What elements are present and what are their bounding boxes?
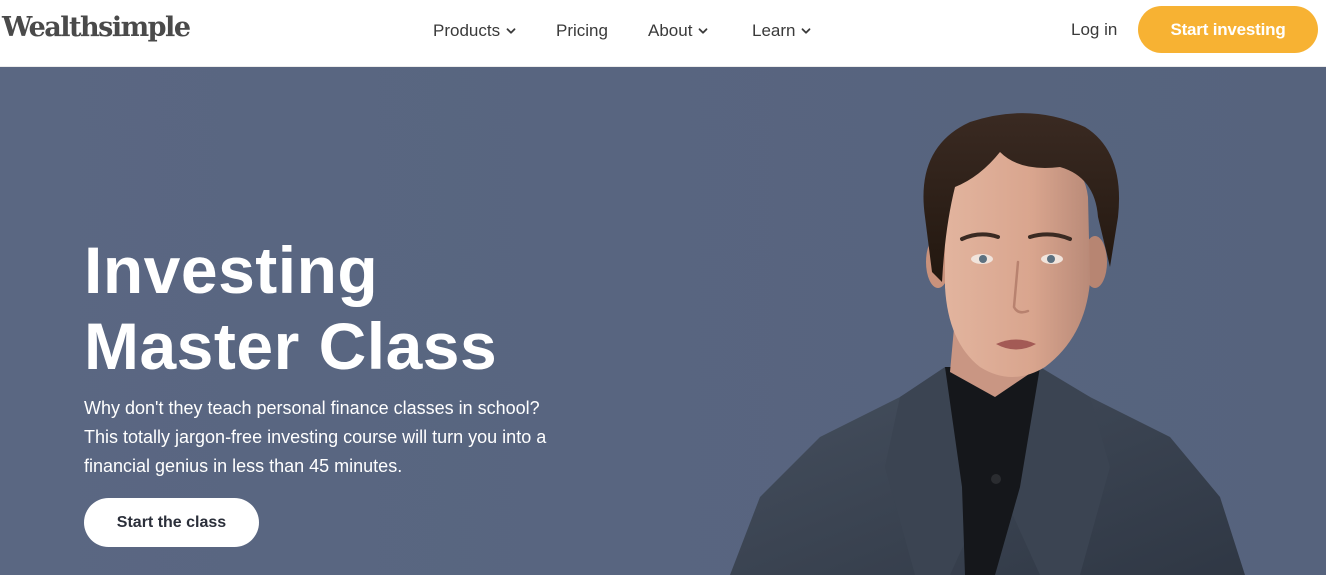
hero-title: Investing Master Class: [84, 232, 604, 384]
hero-description-line: financial genius in less than 45 minutes…: [84, 456, 403, 476]
nav-item-about[interactable]: About: [648, 20, 708, 42]
wealthsimple-logo[interactable]: Wealthsimple: [2, 12, 191, 43]
login-link[interactable]: Log in: [1071, 20, 1117, 40]
hero-title-line: Master Class: [84, 309, 498, 383]
hero-description-line: This totally jargon-free investing cours…: [84, 427, 547, 447]
hero-description: Why don't they teach personal finance cl…: [84, 394, 584, 481]
nav-item-learn[interactable]: Learn: [752, 20, 811, 42]
nav-item-label: Learn: [752, 21, 796, 40]
top-navbar: Wealthsimple Products Pricing About Lear…: [0, 0, 1326, 67]
chevron-down-icon: [506, 28, 516, 34]
nav-item-label: Products: [433, 21, 501, 40]
start-investing-button[interactable]: Start investing: [1138, 6, 1318, 53]
chevron-down-icon: [802, 28, 811, 34]
nav-item-pricing[interactable]: Pricing: [556, 20, 608, 42]
presenter-image: [730, 113, 1245, 575]
hero-title-line: Investing: [84, 233, 379, 307]
nav-item-products[interactable]: Products: [433, 20, 516, 42]
hero-description-line: Why don't they teach personal finance cl…: [84, 398, 540, 418]
chevron-down-icon: [699, 28, 708, 34]
hero-section: Investing Master Class Why don't they te…: [0, 67, 1326, 575]
nav-item-label: About: [648, 21, 693, 40]
nav-item-label: Pricing: [556, 21, 608, 40]
start-class-button[interactable]: Start the class: [84, 498, 259, 547]
